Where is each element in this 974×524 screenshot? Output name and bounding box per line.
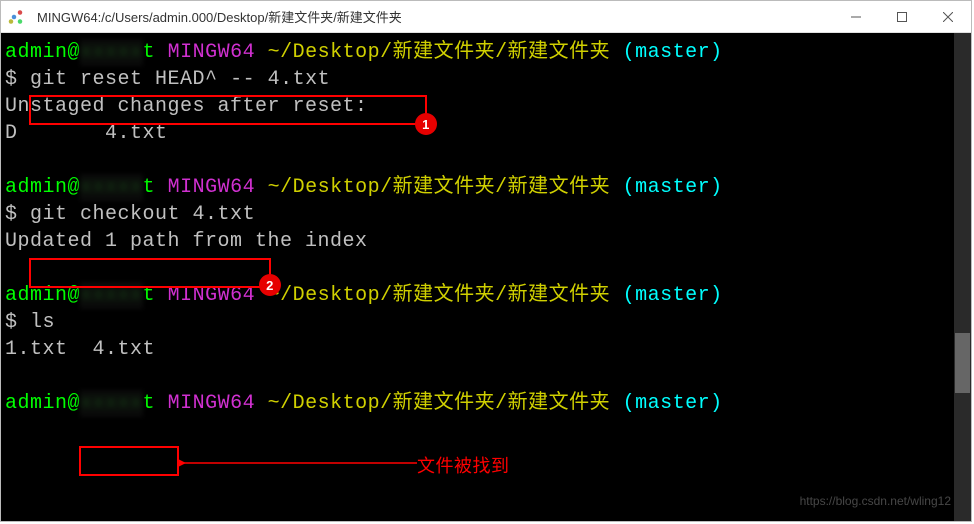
output-line: Unstaged changes after reset: bbox=[5, 93, 967, 120]
prompt-sigil: $ bbox=[5, 311, 18, 334]
terminal-area[interactable]: admin@t MINGW64 ~/Desktop/新建文件夹/新建文件夹 (m… bbox=[1, 33, 971, 521]
prompt-path: ~/Desktop/新建文件夹/新建文件夹 bbox=[268, 284, 611, 307]
blurred-host bbox=[80, 390, 143, 417]
maximize-icon bbox=[897, 12, 907, 22]
scrollbar-thumb[interactable] bbox=[955, 333, 970, 393]
app-window: MINGW64:/c/Users/admin.000/Desktop/新建文件夹… bbox=[0, 0, 972, 522]
prompt-user: admin@ bbox=[5, 392, 80, 415]
blurred-host bbox=[80, 39, 143, 66]
file-1: 1.txt bbox=[5, 338, 68, 361]
maximize-button[interactable] bbox=[879, 1, 925, 33]
prompt-user: admin@ bbox=[5, 41, 80, 64]
prompt-user: admin@ bbox=[5, 176, 80, 199]
cmd-ls: ls bbox=[30, 311, 55, 334]
cmd-git-reset: git reset HEAD^ -- 4.txt bbox=[30, 68, 330, 91]
blurred-host bbox=[80, 174, 143, 201]
minimize-icon bbox=[851, 12, 861, 22]
prompt-path: ~/Desktop/新建文件夹/新建文件夹 bbox=[268, 176, 611, 199]
prompt-env: MINGW64 bbox=[168, 41, 256, 64]
scrollbar[interactable] bbox=[954, 33, 971, 521]
annotation-text-found: 文件被找到 bbox=[417, 453, 510, 480]
prompt-branch: (master) bbox=[623, 176, 723, 199]
prompt-env: MINGW64 bbox=[168, 392, 256, 415]
minimize-button[interactable] bbox=[833, 1, 879, 33]
prompt-branch: (master) bbox=[623, 392, 723, 415]
output-line: Updated 1 path from the index bbox=[5, 228, 967, 255]
window-title: MINGW64:/c/Users/admin.000/Desktop/新建文件夹… bbox=[33, 7, 833, 26]
close-icon bbox=[943, 12, 953, 22]
prompt-path: ~/Desktop/新建文件夹/新建文件夹 bbox=[268, 41, 611, 64]
prompt-env: MINGW64 bbox=[168, 284, 256, 307]
cmd-git-checkout: git checkout 4.txt bbox=[30, 203, 255, 226]
watermark: https://blog.csdn.net/wling12 bbox=[800, 488, 951, 515]
annotation-box-3 bbox=[79, 446, 179, 476]
prompt-branch: (master) bbox=[623, 41, 723, 64]
git-logo-icon bbox=[8, 8, 26, 26]
prompt-branch: (master) bbox=[623, 284, 723, 307]
output-line: D 4.txt bbox=[5, 120, 967, 147]
annotation-arrow-icon bbox=[179, 453, 419, 473]
blurred-host bbox=[80, 282, 143, 309]
prompt-env: MINGW64 bbox=[168, 176, 256, 199]
prompt-sigil: $ bbox=[5, 203, 18, 226]
annotation-badge-1: 1 bbox=[415, 113, 437, 135]
file-4: 4.txt bbox=[93, 338, 156, 361]
prompt-path: ~/Desktop/新建文件夹/新建文件夹 bbox=[268, 392, 611, 415]
prompt-user: admin@ bbox=[5, 284, 80, 307]
annotation-badge-2: 2 bbox=[259, 274, 281, 296]
close-button[interactable] bbox=[925, 1, 971, 33]
prompt-sigil: $ bbox=[5, 68, 18, 91]
window-controls bbox=[833, 1, 971, 33]
titlebar: MINGW64:/c/Users/admin.000/Desktop/新建文件夹… bbox=[1, 1, 971, 33]
